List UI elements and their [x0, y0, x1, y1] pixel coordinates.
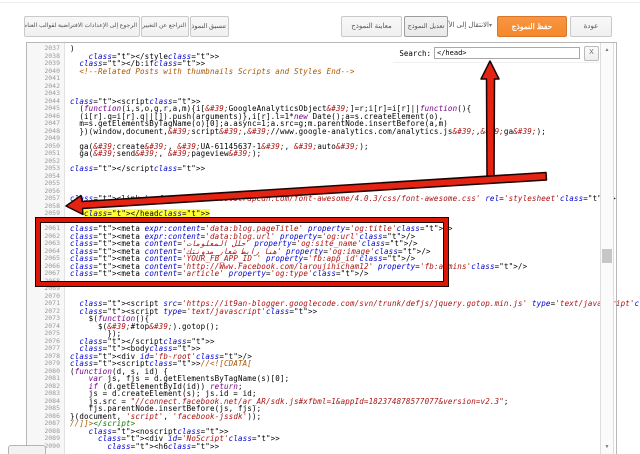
code-line: 2054 [27, 172, 602, 181]
code-lines[interactable]: 2037) 2038 class="t"></styleclass="t">> 2… [27, 44, 640, 451]
search-bar: Search: X [393, 44, 599, 63]
back-button[interactable]: عودة [570, 16, 612, 37]
search-label: Search: [399, 48, 431, 58]
code-line: 2090 class="t"><h6class="t">> [27, 442, 602, 451]
preview-template-button[interactable]: معاينة النموذج [341, 16, 402, 37]
revert-changes-button[interactable]: التراجع عن التغييرات [141, 16, 189, 37]
save-template-button[interactable]: حفظ النموذج [497, 16, 567, 37]
code-line: 2048 })(window,document,&#39;script&#39;… [27, 127, 602, 136]
top-divider [0, 2, 640, 3]
code-line: 2057 class="t"><link href='//netdna.boots… [27, 194, 615, 203]
code-line: 2055 [27, 179, 602, 188]
format-template-button[interactable]: تنسيق النموذج [190, 16, 229, 37]
close-icon[interactable]: X [584, 45, 599, 61]
chevron-down-icon: ▾ [488, 23, 492, 29]
search-input[interactable] [434, 47, 580, 59]
scroll-up-icon[interactable]: ▲ [601, 44, 613, 56]
code-line: 2042 [27, 82, 602, 91]
vertical-scrollbar[interactable]: ▲ ▼ [600, 43, 614, 454]
code-line: 2041 [27, 74, 602, 83]
code-line: 2067 class="t"><meta content='article' pr… [27, 269, 602, 278]
code-line: 2053 class="t"></scriptclass="t">> [27, 164, 602, 173]
clipped-button[interactable] [8, 445, 46, 454]
code-line: 2040 <!--Related Posts with thumbnails S… [27, 67, 602, 76]
code-line: 2059 class="t"></headclass="t">> [27, 209, 602, 218]
blogger-template-editor-page: عودة حفظ النموذج ▾الانتقال إلى الأداة تع… [0, 0, 640, 454]
code-line: 2069 [27, 284, 602, 293]
scrollbar-thumb[interactable] [602, 249, 612, 263]
code-text[interactable]: class="t"><h6class="t">> [70, 442, 219, 451]
scroll-down-icon[interactable]: ▼ [601, 441, 613, 453]
revert-widget-defaults-button[interactable]: الرجوع إلى الإعدادات الافتراضية لقوالب ا… [24, 16, 140, 37]
code-line: 2051 ga(&#39;send&#39;, &#39;pageview&#3… [27, 149, 602, 158]
edit-template-button[interactable]: تعديل النموذج [404, 16, 448, 37]
code-editor[interactable]: 2037) 2038 class="t"></styleclass="t">> 2… [26, 42, 640, 454]
code-line: 2068 [27, 277, 602, 286]
